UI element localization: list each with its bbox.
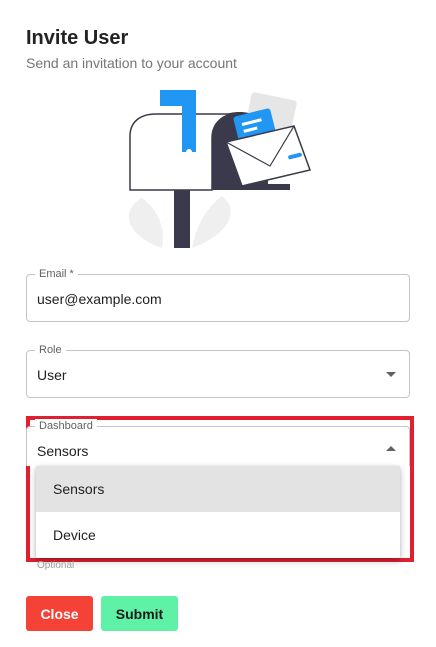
dashboard-value: Sensors (37, 443, 89, 459)
email-label: Email * (35, 267, 78, 281)
arrow-drop-down-icon[interactable] (386, 372, 396, 377)
dialog-subtitle: Send an invitation to your account (26, 55, 237, 71)
dialog-title: Invite User (26, 27, 129, 49)
email-field[interactable]: Email * user@example.com (26, 267, 410, 322)
role-value: User (37, 367, 67, 383)
arrow-drop-up-icon[interactable] (386, 446, 396, 451)
submit-button[interactable]: Submit (101, 596, 178, 631)
dashboard-options-menu: Sensors Device (36, 466, 400, 558)
dashboard-select[interactable]: Dashboard Sensors (26, 419, 410, 466)
role-label: Role (35, 343, 66, 357)
dashboard-option-device[interactable]: Device (36, 512, 400, 558)
close-button[interactable]: Close (26, 596, 93, 631)
dashboard-label: Dashboard (35, 419, 97, 433)
dashboard-helper-text: Optional (37, 560, 75, 571)
dashboard-option-sensors[interactable]: Sensors (36, 466, 400, 512)
role-select[interactable]: Role User (26, 343, 410, 398)
mailbox-illustration (128, 90, 311, 248)
email-value[interactable]: user@example.com (37, 290, 162, 308)
